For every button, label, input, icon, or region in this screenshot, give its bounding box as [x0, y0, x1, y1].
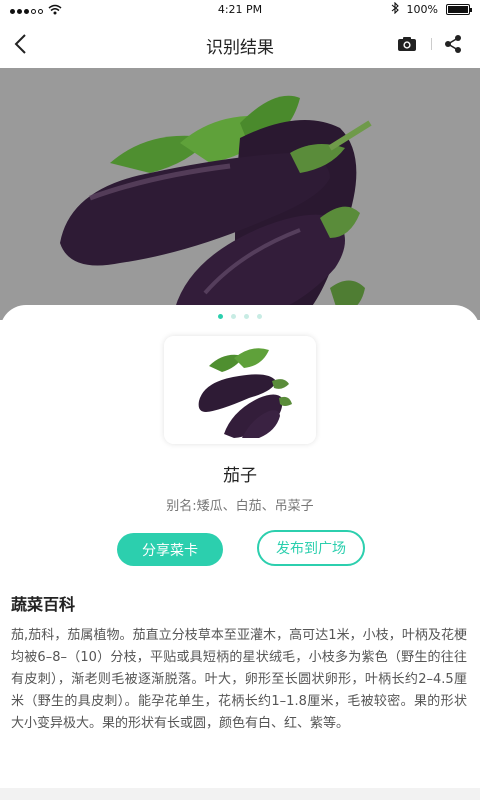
bottom-strip	[0, 788, 480, 800]
hero-image[interactable]	[0, 68, 480, 320]
result-card: 茄子 别名:矮瓜、白茄、吊菜子 分享菜卡 发布到广场 蔬菜百科 茄,茄科，茄属植…	[0, 305, 480, 800]
encyclopedia-text: 茄,茄科，茄属植物。茄直立分枝草本至亚灌木，高可达1米，小枝，叶柄及花梗均被6–…	[11, 628, 467, 731]
result-thumbnail[interactable]	[164, 336, 316, 444]
share-button[interactable]	[440, 31, 466, 57]
eggplant-thumbnail-image	[164, 336, 316, 444]
vegetable-name: 茄子	[223, 466, 257, 486]
pager-dot[interactable]	[231, 314, 236, 319]
vegetable-alias: 别名:矮瓜、白茄、吊菜子	[166, 499, 314, 514]
bluetooth-icon	[391, 1, 399, 17]
share-card-button[interactable]: 分享菜卡	[117, 533, 223, 566]
pager-dot[interactable]	[244, 314, 249, 319]
share-icon	[445, 35, 461, 53]
pager-dot[interactable]	[257, 314, 262, 319]
image-pager[interactable]	[0, 314, 480, 319]
pager-dot-active[interactable]	[218, 314, 223, 319]
eggplant-photo	[0, 68, 480, 320]
encyclopedia-title: 蔬菜百科	[11, 595, 76, 614]
status-bar: 4:21 PM 100%	[0, 0, 480, 20]
nav-bar: 识别结果	[0, 20, 480, 68]
battery-fill	[448, 6, 468, 13]
nav-divider	[431, 38, 432, 50]
battery-percent: 100%	[406, 3, 438, 16]
camera-icon	[398, 37, 416, 51]
battery-icon	[446, 4, 472, 15]
camera-button[interactable]	[394, 31, 420, 57]
publish-to-square-button[interactable]: 发布到广场	[257, 530, 365, 566]
